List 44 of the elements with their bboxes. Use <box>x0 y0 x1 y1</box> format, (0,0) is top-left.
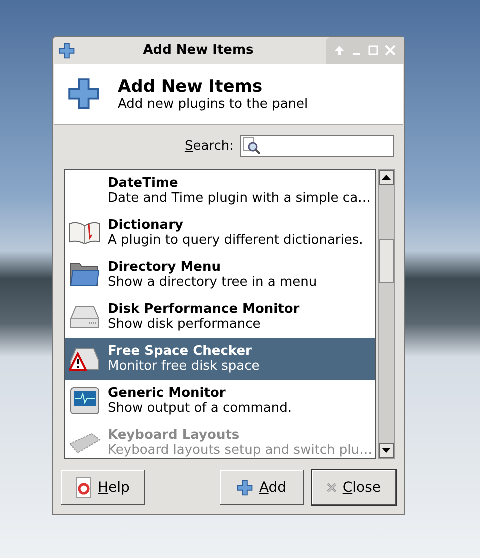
header-subtitle: Add new plugins to the panel <box>118 96 308 112</box>
plugin-description: Monitor free disk space <box>108 359 260 374</box>
close-button[interactable]: Close <box>312 470 396 505</box>
scrollbar-thumb[interactable] <box>379 239 394 283</box>
plugin-name: Dictionary <box>108 218 184 233</box>
plugin-description: Show disk performance <box>108 317 262 332</box>
search-label: Search: <box>184 138 234 154</box>
plugin-name: DateTime <box>108 176 180 191</box>
disk-warning-icon <box>69 346 101 372</box>
plugin-description: Date and Time plugin with a simple ca… <box>108 191 372 206</box>
plugin-description: Show a directory tree in a menu <box>108 275 318 290</box>
monitor-icon <box>69 387 101 415</box>
window-title: Add New Items <box>142 43 255 58</box>
plugin-name: Keyboard Layouts <box>108 428 241 443</box>
plugin-item[interactable]: Free Space Checker Monitor free disk space <box>65 338 376 380</box>
plus-icon <box>68 78 100 110</box>
down-arrow-icon[interactable] <box>382 448 392 453</box>
close-icon[interactable] <box>385 45 396 56</box>
header-title: Add New Items <box>118 76 264 96</box>
search-icon <box>243 137 261 155</box>
plus-icon <box>237 480 254 496</box>
maximize-icon[interactable] <box>368 45 379 56</box>
add-button[interactable]: Add <box>220 470 304 505</box>
plugin-description: Keyboard layouts setup and switch plu… <box>108 443 373 458</box>
search-field[interactable] <box>240 135 394 157</box>
plugin-item[interactable]: DateTime Date and Time plugin with a simple ca… <box>65 170 376 212</box>
scrollbar[interactable] <box>378 169 395 459</box>
plugin-name: Generic Monitor <box>108 386 227 401</box>
plugin-name: Disk Performance Monitor <box>108 302 300 317</box>
plugin-item[interactable]: Dictionary A plugin to query different dictionaries. <box>65 212 376 254</box>
keyboard-icon <box>69 432 101 454</box>
window-plus-icon <box>59 42 75 58</box>
lifebuoy-icon <box>76 476 92 498</box>
plugin-description: A plugin to query different dictionaries. <box>108 233 364 248</box>
plugin-description: Show output of a command. <box>108 401 292 416</box>
plugin-name: Free Space Checker <box>108 344 253 359</box>
plugin-item[interactable]: Directory Menu Show a directory tree in a menu <box>65 254 376 296</box>
folder-icon <box>69 262 101 288</box>
help-button[interactable]: Help <box>61 470 145 505</box>
plugin-item[interactable]: Generic Monitor Show output of a command. <box>65 380 376 422</box>
plugin-name: Directory Menu <box>108 260 222 275</box>
plugin-item[interactable]: Disk Performance Monitor Show disk performance <box>65 296 376 338</box>
up-arrow-icon[interactable] <box>382 175 392 180</box>
book-icon <box>69 221 101 245</box>
